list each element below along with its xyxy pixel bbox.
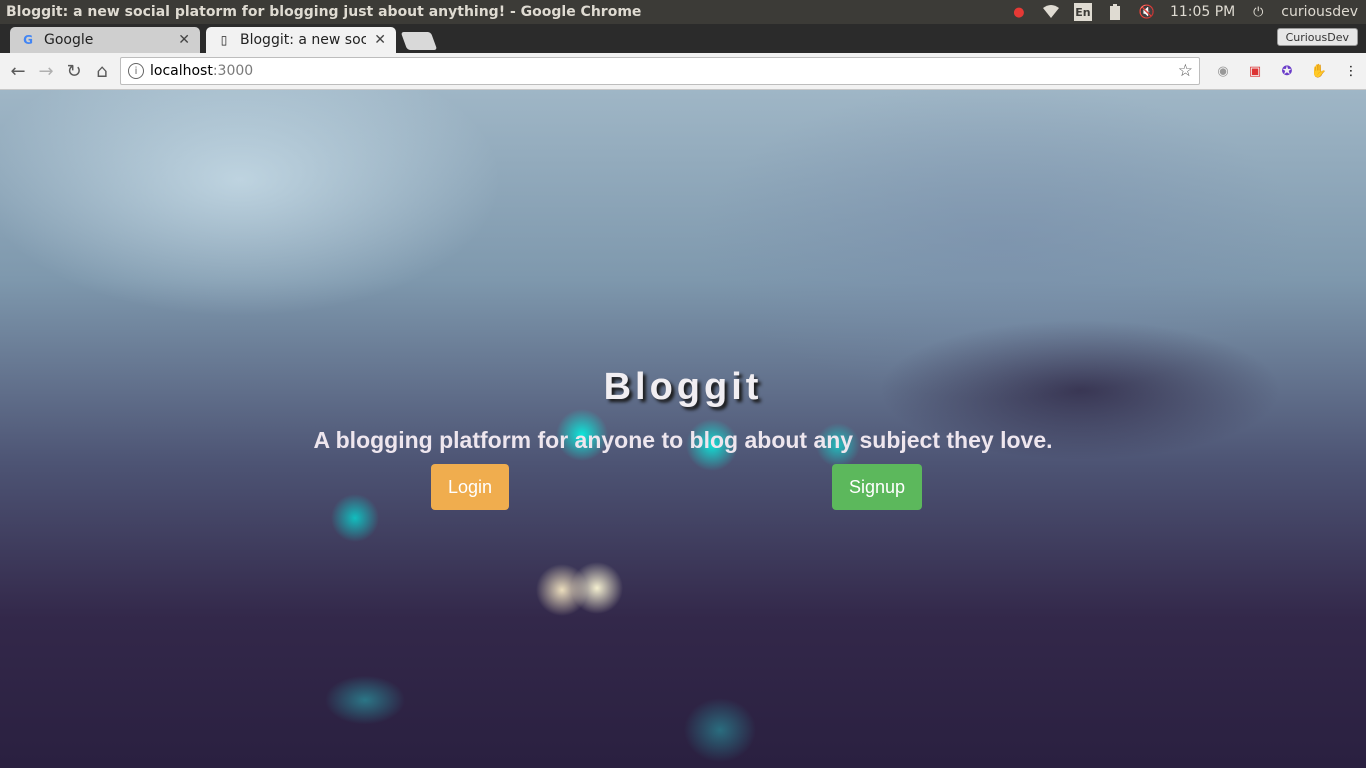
info-icon[interactable]: i bbox=[128, 63, 144, 79]
close-tab-icon[interactable]: ✕ bbox=[178, 32, 190, 48]
reload-icon[interactable]: ↻ bbox=[60, 57, 88, 85]
signup-button[interactable]: Signup bbox=[832, 464, 922, 510]
tab-bloggit[interactable]: ▯ Bloggit: a new socia ✕ bbox=[206, 27, 396, 53]
gnome-icon[interactable]: ✋ bbox=[1310, 63, 1328, 81]
bookmark-star-icon[interactable]: ☆ bbox=[1178, 61, 1193, 81]
window-title: Bloggit: a new social platorm for bloggi… bbox=[6, 4, 642, 20]
google-icon: G bbox=[23, 33, 33, 47]
hero-section: Bloggit A blogging platform for anyone t… bbox=[0, 90, 1366, 768]
back-icon[interactable]: ← bbox=[4, 57, 32, 85]
tab-google[interactable]: G Google ✕ bbox=[10, 27, 200, 53]
new-tab-button[interactable] bbox=[400, 32, 438, 50]
forward-icon[interactable]: → bbox=[32, 57, 60, 85]
app-indicator-icon[interactable]: ● bbox=[1010, 3, 1028, 21]
extension-icon[interactable]: ◉ bbox=[1214, 63, 1232, 81]
tab-strip: G Google ✕ ▯ Bloggit: a new socia ✕ Curi… bbox=[0, 24, 1366, 53]
url-host: localhost bbox=[150, 63, 213, 79]
browser-toolbar: ← → ↻ ⌂ i localhost:3000 ☆ ◉ ▣ ✪ ✋ ⋮ bbox=[0, 53, 1366, 90]
url-port: :3000 bbox=[212, 63, 254, 79]
star-extension-icon[interactable]: ✪ bbox=[1278, 63, 1296, 81]
page-icon: ▯ bbox=[220, 33, 228, 47]
tab-label: Google bbox=[44, 32, 94, 48]
profile-button[interactable]: CuriousDev bbox=[1276, 28, 1358, 46]
pocket-icon[interactable]: ▣ bbox=[1246, 63, 1264, 81]
system-tray: ● En 🔇 11:05 PM ⏻ curiousdev bbox=[1010, 3, 1366, 21]
page-title: Bloggit bbox=[603, 366, 763, 408]
close-tab-icon[interactable]: ✕ bbox=[374, 32, 386, 48]
home-icon[interactable]: ⌂ bbox=[88, 57, 116, 85]
user-name[interactable]: curiousdev bbox=[1281, 4, 1358, 20]
battery-icon[interactable] bbox=[1106, 3, 1124, 21]
extensions-area: ◉ ▣ ✪ ✋ ⋮ bbox=[1214, 53, 1360, 90]
wifi-icon[interactable] bbox=[1042, 3, 1060, 21]
keyboard-language[interactable]: En bbox=[1073, 3, 1092, 21]
address-bar[interactable]: i localhost:3000 ☆ bbox=[120, 57, 1200, 85]
login-button[interactable]: Login bbox=[431, 464, 509, 510]
clock[interactable]: 11:05 PM bbox=[1170, 4, 1235, 20]
os-top-bar: Bloggit: a new social platorm for bloggi… bbox=[0, 0, 1366, 24]
menu-icon[interactable]: ⋮ bbox=[1342, 63, 1360, 81]
power-icon[interactable]: ⏻ bbox=[1249, 3, 1267, 21]
volume-muted-icon[interactable]: 🔇 bbox=[1138, 3, 1156, 21]
page-background: Bloggit A blogging platform for anyone t… bbox=[0, 90, 1366, 768]
page-subtitle: A blogging platform for anyone to blog a… bbox=[313, 427, 1053, 453]
tab-label: Bloggit: a new socia bbox=[240, 32, 367, 48]
